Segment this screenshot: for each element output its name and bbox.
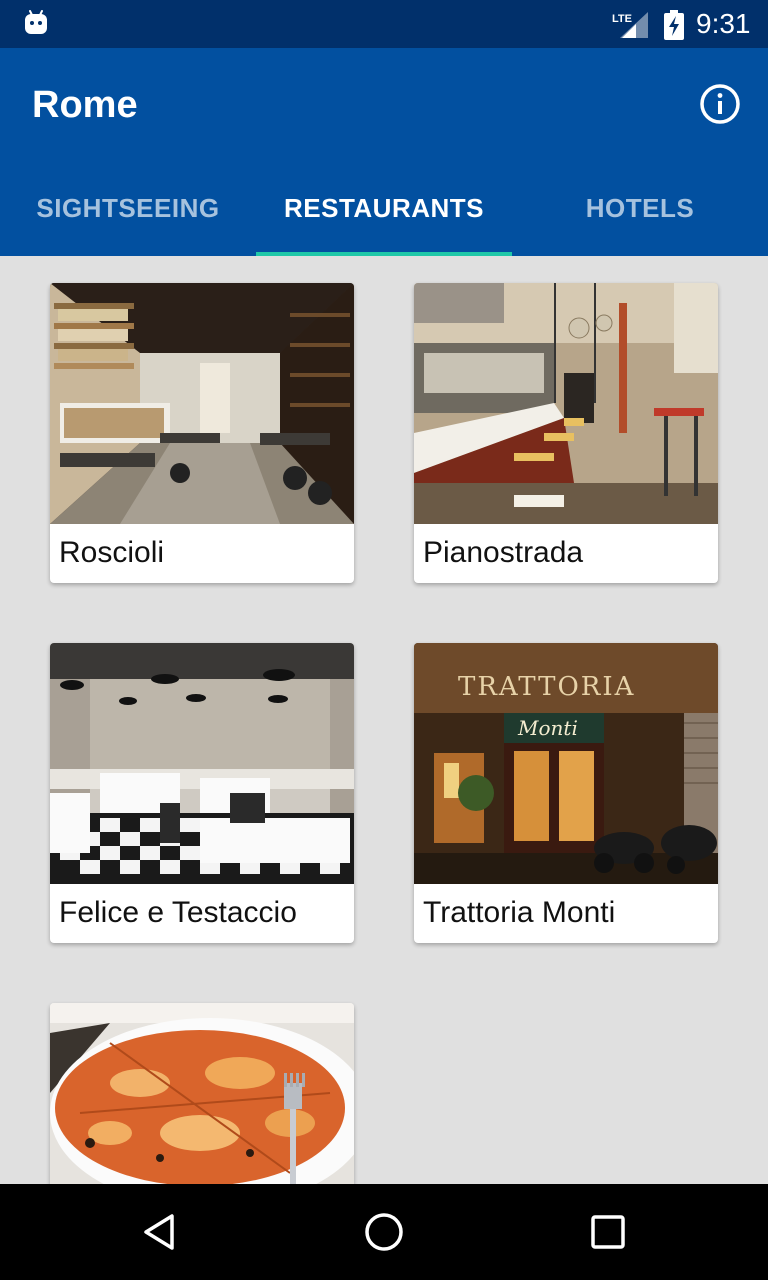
deli-interior-photo [50, 283, 354, 524]
info-icon[interactable] [698, 82, 742, 126]
restaurant-name: Pianostrada [423, 536, 584, 569]
tab-bar: SIGHTSEEING RESTAURANTS HOTELS [0, 160, 768, 256]
app-bar: Rome SIGHTSEEING RESTAURANTS HOTELS [0, 48, 768, 256]
restaurant-card-pizza[interactable] [50, 1003, 354, 1184]
storefront-night-photo: TRATTORIA Monti [414, 643, 718, 884]
restaurant-grid: Roscioli Pianostrada Felice e Testaccio … [0, 256, 768, 1184]
recents-icon[interactable] [586, 1210, 630, 1254]
page-title: Rome [32, 84, 138, 126]
svg-text:TRATTORIA: TRATTORIA [458, 672, 635, 702]
dining-room-photo [50, 643, 354, 884]
restaurant-name: Felice e Testaccio [59, 896, 297, 929]
restaurant-card-pianostrada[interactable]: Pianostrada [414, 283, 718, 583]
restaurant-card-trattoria-monti[interactable]: TRATTORIA Monti Trattoria Monti [414, 643, 718, 943]
restaurant-name: Trattoria Monti [423, 896, 616, 929]
bar-counter-photo [414, 283, 718, 524]
restaurant-card-felice-e-testaccio[interactable]: Felice e Testaccio [50, 643, 354, 943]
system-nav-bar [0, 1184, 768, 1280]
lte-signal-icon: LTE [612, 12, 648, 38]
restaurant-name: Roscioli [59, 536, 165, 569]
svg-text:Monti: Monti [517, 716, 578, 740]
tab-restaurants[interactable]: RESTAURANTS [256, 160, 512, 256]
status-clock: 9:31 [696, 8, 751, 39]
back-icon[interactable] [138, 1210, 182, 1254]
battery-charging-icon [664, 10, 684, 40]
restaurant-card-roscioli[interactable]: Roscioli [50, 283, 354, 583]
home-icon[interactable] [362, 1210, 406, 1254]
status-bar: LTE 9:31 [0, 0, 768, 48]
pizza-photo [50, 1003, 354, 1184]
android-icon [25, 10, 47, 34]
tab-sightseeing[interactable]: SIGHTSEEING [0, 160, 256, 256]
svg-text:LTE: LTE [612, 13, 632, 25]
tab-hotels[interactable]: HOTELS [512, 160, 768, 256]
